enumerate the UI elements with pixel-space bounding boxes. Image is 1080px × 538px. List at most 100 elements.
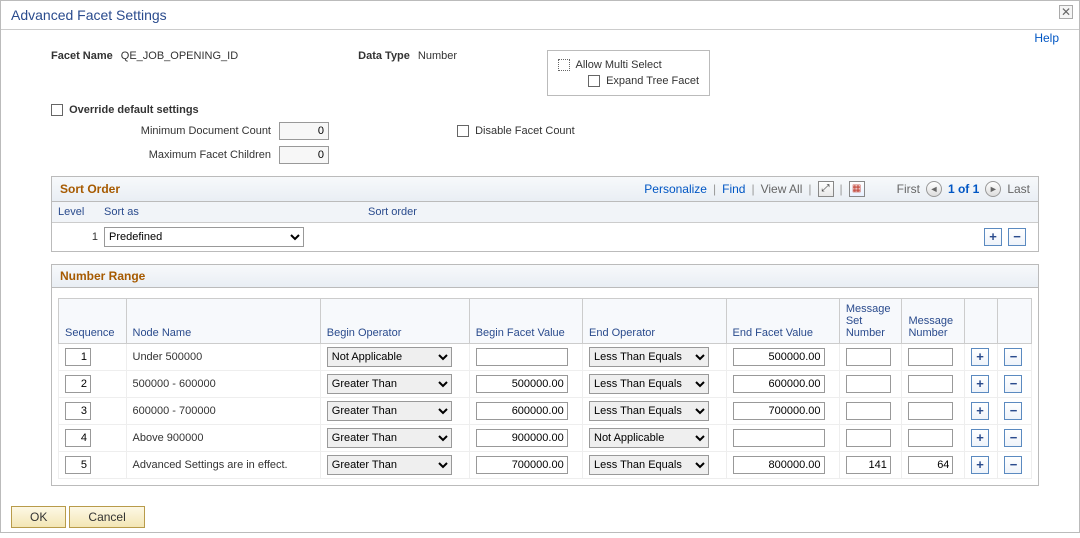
allow-multi-select-label: Allow Multi Select (575, 59, 661, 71)
end-operator-select[interactable]: Not Applicable (589, 428, 709, 448)
add-row-button[interactable]: + (971, 375, 989, 393)
col-msg-set[interactable]: Message Set Number (839, 299, 902, 344)
sequence-input[interactable] (65, 375, 91, 393)
last-link[interactable]: Last (1007, 182, 1030, 196)
msg-set-input[interactable] (846, 348, 891, 366)
data-type-value: Number (418, 50, 457, 62)
table-row: 500000 - 600000 Greater Than Less Than Equ… (59, 371, 1032, 398)
add-row-button[interactable]: + (971, 456, 989, 474)
delete-row-button[interactable]: − (1004, 375, 1022, 393)
sequence-input[interactable] (65, 429, 91, 447)
msg-set-input[interactable] (846, 375, 891, 393)
begin-value-input[interactable] (476, 402, 568, 420)
table-row: Under 500000 Not Applicable Less Than Equa… (59, 344, 1032, 371)
begin-operator-select[interactable]: Not Applicable (327, 347, 452, 367)
close-icon[interactable]: ✕ (1059, 5, 1073, 19)
disable-facet-count-checkbox[interactable] (457, 125, 469, 137)
sort-as-select[interactable]: Predefined (104, 227, 304, 247)
table-row: 600000 - 700000 Greater Than Less Than Equ… (59, 398, 1032, 425)
prev-icon[interactable]: ◄ (926, 181, 942, 197)
disable-facet-count-label: Disable Facet Count (475, 125, 575, 137)
data-type-label: Data Type (358, 50, 410, 62)
begin-operator-select[interactable]: Greater Than (327, 428, 452, 448)
col-end-operator[interactable]: End Operator (583, 299, 727, 344)
node-name-cell: Above 900000 (126, 425, 320, 452)
delete-row-button[interactable]: − (1004, 348, 1022, 366)
node-name-cell: Under 500000 (126, 344, 320, 371)
number-range-title: Number Range (60, 269, 145, 283)
zoom-icon[interactable]: ⤢ (818, 181, 834, 197)
delete-row-button[interactable]: − (1004, 402, 1022, 420)
max-facet-children-input[interactable] (279, 146, 329, 164)
msg-set-input[interactable] (846, 429, 891, 447)
expand-tree-facet-label: Expand Tree Facet (606, 75, 699, 87)
table-row: Advanced Settings are in effect. Greater … (59, 452, 1032, 479)
cancel-button[interactable]: Cancel (69, 506, 144, 528)
node-name-cell: 600000 - 700000 (126, 398, 320, 425)
msg-set-input[interactable] (846, 402, 891, 420)
find-link[interactable]: Find (722, 182, 745, 196)
min-doc-count-input[interactable] (279, 122, 329, 140)
col-begin-value[interactable]: Begin Facet Value (469, 299, 582, 344)
delete-row-button[interactable]: − (1004, 429, 1022, 447)
end-operator-select[interactable]: Less Than Equals (589, 347, 709, 367)
first-link[interactable]: First (897, 182, 920, 196)
override-default-label: Override default settings (69, 104, 199, 116)
download-icon[interactable]: ▦ (849, 181, 865, 197)
sequence-input[interactable] (65, 402, 91, 420)
col-sort-order: Sort order (362, 202, 1038, 222)
delete-row-button[interactable]: − (1008, 228, 1026, 246)
dialog-title: Advanced Facet Settings (1, 1, 1079, 30)
msg-set-input[interactable] (846, 456, 891, 474)
col-begin-operator[interactable]: Begin Operator (320, 299, 469, 344)
col-node-name[interactable]: Node Name (126, 299, 320, 344)
begin-value-input[interactable] (476, 375, 568, 393)
end-value-input[interactable] (733, 375, 825, 393)
col-end-value[interactable]: End Facet Value (726, 299, 839, 344)
table-row: Above 900000 Greater Than Not Applicable +− (59, 425, 1032, 452)
row-counter: 1 of 1 (948, 182, 979, 196)
help-link[interactable]: Help (1034, 31, 1059, 45)
col-sort-as: Sort as (98, 202, 362, 222)
end-value-input[interactable] (733, 348, 825, 366)
view-all-link[interactable]: View All (761, 182, 803, 196)
begin-operator-select[interactable]: Greater Than (327, 401, 452, 421)
begin-value-input[interactable] (476, 456, 568, 474)
sort-order-title: Sort Order (60, 182, 120, 196)
sequence-input[interactable] (65, 348, 91, 366)
begin-operator-select[interactable]: Greater Than (327, 374, 452, 394)
begin-operator-select[interactable]: Greater Than (327, 455, 452, 475)
allow-multi-select-checkbox[interactable] (558, 59, 570, 71)
add-row-button[interactable]: + (971, 348, 989, 366)
msg-num-input[interactable] (908, 456, 953, 474)
node-name-cell: 500000 - 600000 (126, 371, 320, 398)
expand-tree-facet-checkbox[interactable] (588, 75, 600, 87)
next-icon[interactable]: ► (985, 181, 1001, 197)
add-row-button[interactable]: + (971, 402, 989, 420)
end-value-input[interactable] (733, 456, 825, 474)
end-operator-select[interactable]: Less Than Equals (589, 374, 709, 394)
end-value-input[interactable] (733, 429, 825, 447)
begin-value-input[interactable] (476, 429, 568, 447)
msg-num-input[interactable] (908, 375, 953, 393)
add-row-button[interactable]: + (984, 228, 1002, 246)
begin-value-input[interactable] (476, 348, 568, 366)
col-msg-num[interactable]: Message Number (902, 299, 965, 344)
msg-num-input[interactable] (908, 429, 953, 447)
delete-row-button[interactable]: − (1004, 456, 1022, 474)
facet-name-value: QE_JOB_OPENING_ID (121, 50, 238, 62)
msg-num-input[interactable] (908, 348, 953, 366)
ok-button[interactable]: OK (11, 506, 66, 528)
end-operator-select[interactable]: Less Than Equals (589, 455, 709, 475)
end-value-input[interactable] (733, 402, 825, 420)
override-default-checkbox[interactable] (51, 104, 63, 116)
sequence-input[interactable] (65, 456, 91, 474)
level-value: 1 (58, 231, 104, 243)
add-row-button[interactable]: + (971, 429, 989, 447)
end-operator-select[interactable]: Less Than Equals (589, 401, 709, 421)
personalize-link[interactable]: Personalize (644, 182, 707, 196)
msg-num-input[interactable] (908, 402, 953, 420)
node-name-cell: Advanced Settings are in effect. (126, 452, 320, 479)
number-range-grid: Sequence Node Name Begin Operator Begin … (58, 298, 1032, 479)
col-sequence[interactable]: Sequence (59, 299, 127, 344)
